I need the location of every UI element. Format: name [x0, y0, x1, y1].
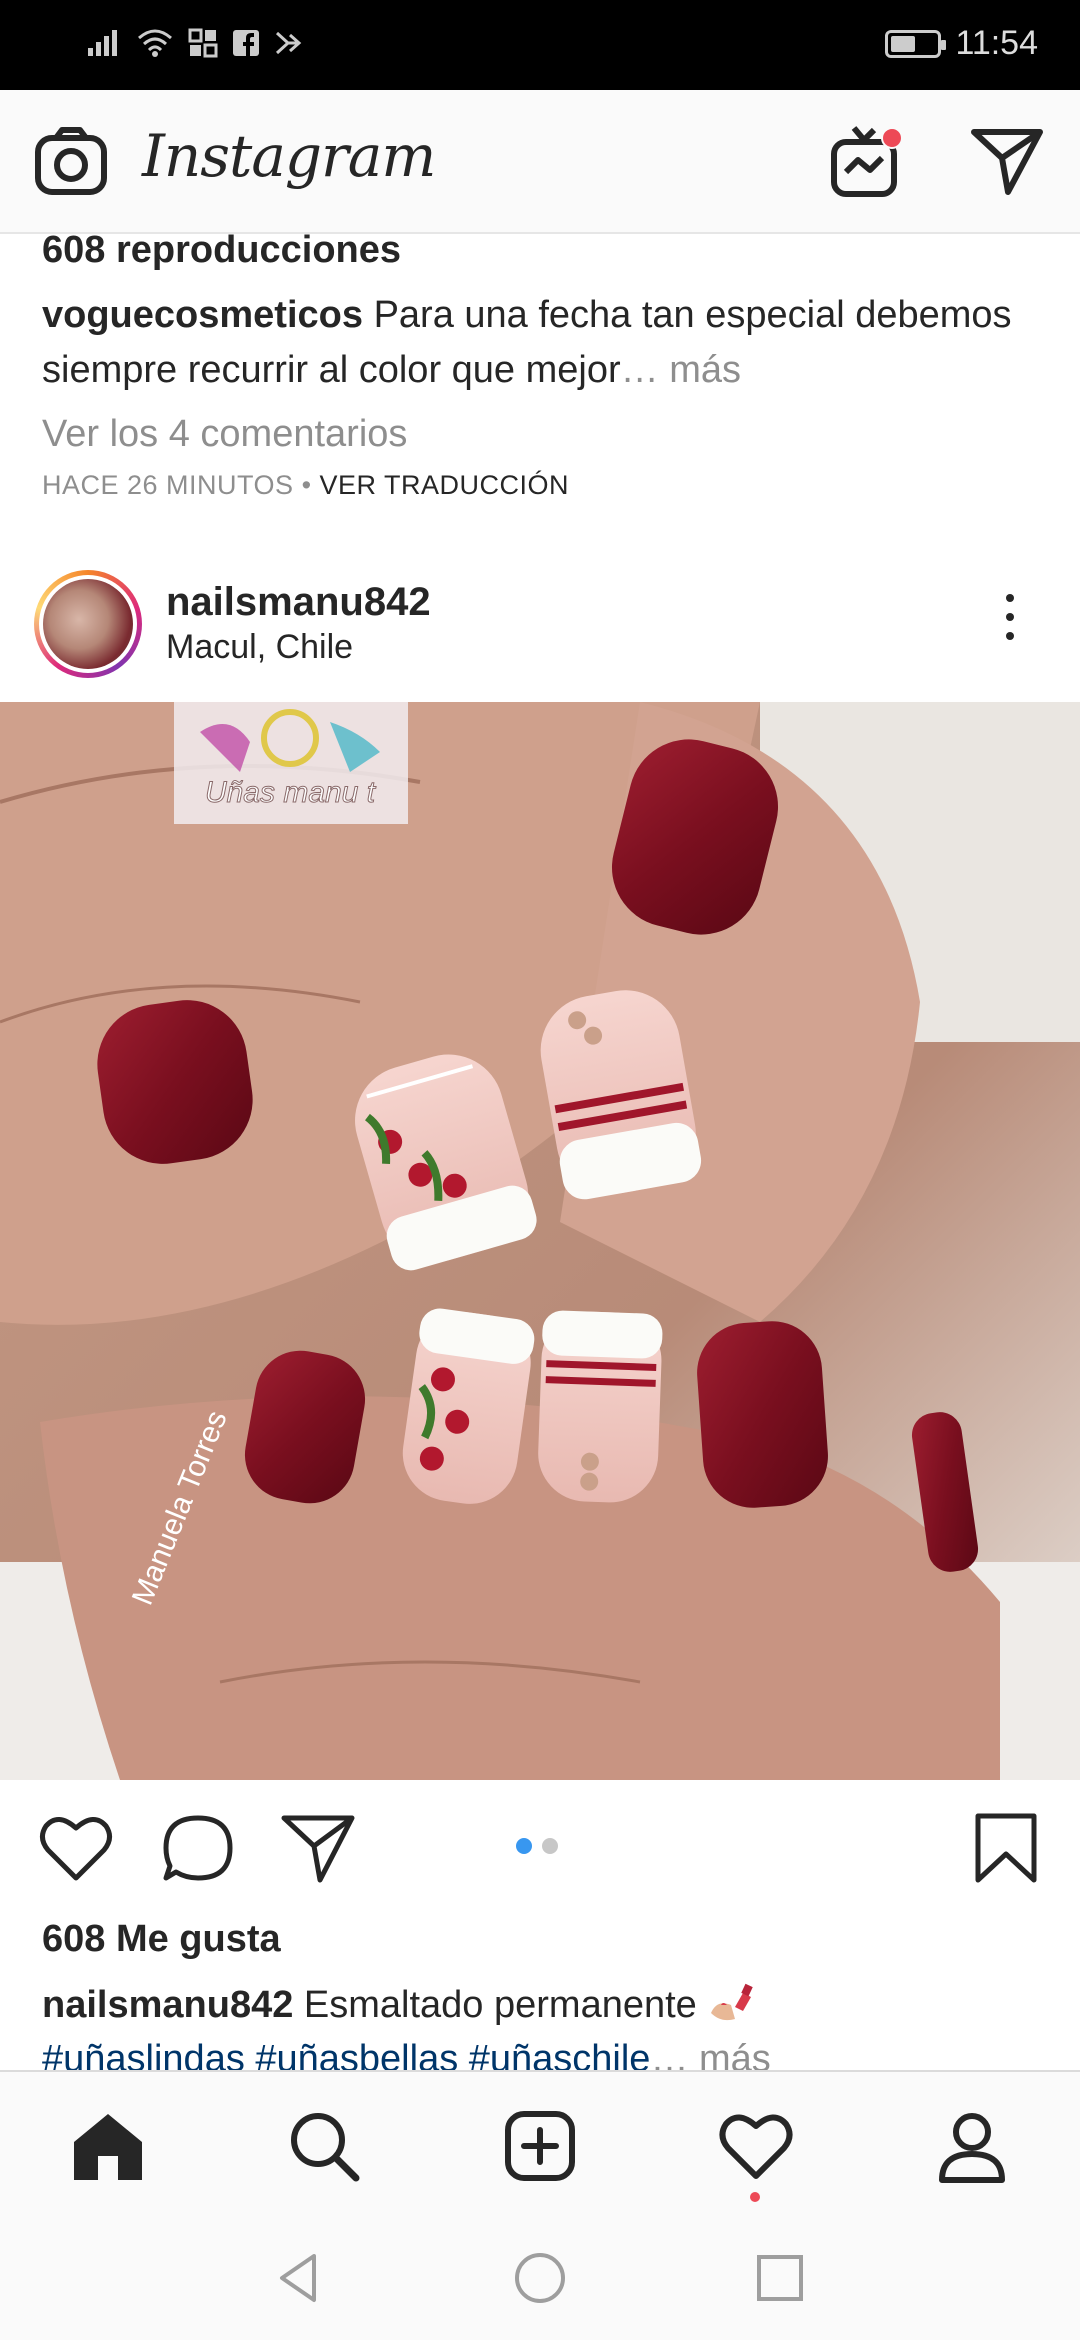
wifi-icon — [138, 29, 172, 57]
igtv-icon[interactable] — [828, 124, 904, 200]
caption-more-link[interactable]: … más — [621, 349, 741, 391]
like-icon[interactable] — [38, 1812, 114, 1884]
facebook-icon — [233, 30, 259, 57]
likes-count[interactable]: 608 Me gusta — [42, 1918, 281, 1961]
new-post-icon[interactable] — [502, 2108, 578, 2184]
nail-polish-emoji — [711, 1983, 754, 2021]
view-comments-link[interactable]: Ver los 4 comentarios — [42, 408, 1042, 460]
post-location[interactable]: Macul, Chile — [166, 628, 353, 667]
previous-post-footer: 608 reproducciones voguecosmeticos Para … — [42, 228, 1042, 501]
nails-photo: Uñas manu t Manuela Torres — [0, 702, 1080, 1780]
caption-text: Esmaltado permanente — [303, 1984, 697, 2026]
profile-icon[interactable] — [934, 2108, 1010, 2184]
post-image[interactable]: Uñas manu t Manuela Torres — [0, 702, 1080, 1780]
carousel-dot — [516, 1838, 532, 1854]
recents-icon[interactable] — [750, 2248, 810, 2308]
meta-separator: • — [293, 470, 320, 500]
view-count[interactable]: 608 reproducciones — [42, 228, 1042, 272]
caption-username[interactable]: voguecosmeticos — [42, 294, 363, 336]
home-icon[interactable] — [70, 2108, 146, 2184]
watermark-logo: Uñas manu t — [174, 702, 408, 824]
avatar[interactable] — [34, 570, 142, 678]
comment-icon[interactable] — [160, 1812, 236, 1884]
avatar-border — [39, 575, 137, 673]
app-header: Instagram — [0, 90, 1080, 234]
see-translation-link[interactable]: VER TRADUCCIÓN — [320, 470, 570, 500]
watermark-text: Uñas manu t — [205, 776, 377, 809]
share-icon[interactable] — [280, 1812, 356, 1884]
system-navigation-bar — [0, 2214, 1080, 2340]
carousel-indicator — [516, 1838, 558, 1854]
nfc-icon — [188, 28, 218, 58]
home-circle-icon[interactable] — [510, 2248, 570, 2308]
camera-icon[interactable] — [34, 126, 108, 198]
status-icons-left — [86, 28, 302, 58]
status-time: 11:54 — [955, 24, 1038, 62]
status-bar: 11:54 — [0, 0, 1080, 90]
notification-icon — [275, 31, 302, 55]
direct-message-icon[interactable] — [970, 126, 1044, 196]
carousel-dot — [542, 1838, 558, 1854]
post-actions — [0, 1800, 1080, 1890]
post-username[interactable]: nailsmanu842 — [166, 580, 431, 625]
back-icon[interactable] — [270, 2248, 330, 2308]
activity-notification-dot — [750, 2192, 760, 2202]
search-icon[interactable] — [286, 2108, 362, 2184]
status-icons-right: 11:54 — [885, 24, 1038, 63]
post-header: nailsmanu842 Macul, Chile — [0, 560, 1080, 700]
caption-username[interactable]: nailsmanu842 — [42, 1984, 293, 2026]
battery-level — [891, 35, 916, 52]
save-bookmark-icon[interactable] — [968, 1812, 1044, 1884]
post-meta: HACE 26 MINUTOS • VER TRADUCCIÓN — [42, 470, 1042, 501]
battery-icon — [885, 29, 947, 58]
igtv-badge — [881, 127, 903, 149]
bottom-navigation — [0, 2070, 1080, 2214]
more-options-icon[interactable] — [998, 594, 1022, 654]
signal-icon — [88, 30, 117, 56]
activity-icon[interactable] — [718, 2108, 794, 2184]
avatar-image — [43, 579, 133, 669]
post-timestamp: HACE 26 MINUTOS — [42, 470, 294, 500]
previous-post-caption: voguecosmeticos Para una fecha tan espec… — [42, 288, 1042, 398]
instagram-logo: Instagram — [142, 122, 436, 190]
